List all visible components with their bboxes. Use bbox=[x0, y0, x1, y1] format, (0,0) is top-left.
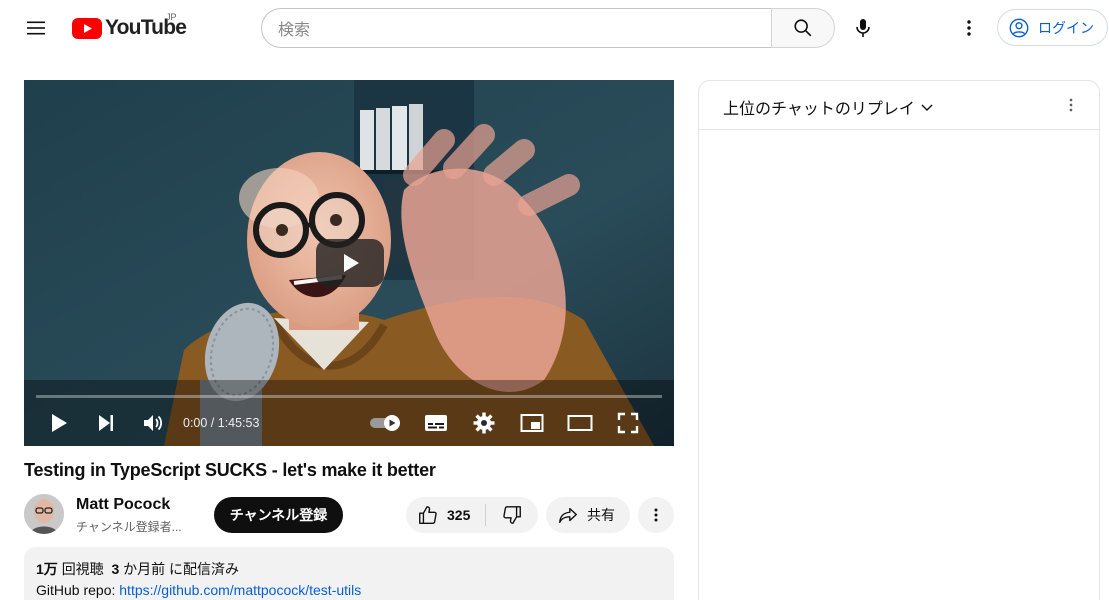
autoplay-toggle[interactable] bbox=[368, 408, 406, 438]
mic-icon bbox=[856, 19, 870, 37]
voice-search-button[interactable] bbox=[843, 8, 883, 48]
subtitles-icon bbox=[425, 415, 447, 431]
view-count: 1万 bbox=[36, 561, 58, 577]
video-player[interactable]: 0:00 / 1:45:53 bbox=[24, 80, 674, 446]
theater-mode-button[interactable] bbox=[562, 408, 598, 438]
like-count: 325 bbox=[447, 507, 471, 523]
youtube-logo-icon bbox=[72, 17, 102, 39]
volume-button[interactable] bbox=[135, 408, 171, 438]
view-and-date-info: 1万 回視聴 3 か月前 に配信済み bbox=[36, 561, 662, 577]
region-code: JP bbox=[166, 12, 177, 22]
upload-age: 3 bbox=[111, 561, 120, 577]
chat-title: 上位のチャットのリプレイ bbox=[723, 101, 915, 118]
subscriber-count: チャンネル登録者... bbox=[76, 520, 182, 534]
fullscreen-icon bbox=[617, 412, 639, 434]
thumb-down-icon bbox=[503, 506, 521, 524]
play-button[interactable] bbox=[41, 408, 77, 438]
thumb-up-icon bbox=[419, 506, 437, 524]
more-vert-icon bbox=[967, 20, 971, 36]
more-actions-button[interactable] bbox=[638, 497, 674, 533]
autoplay-toggle-icon bbox=[370, 415, 400, 431]
search-placeholder: 検索 bbox=[278, 22, 311, 39]
share-button[interactable]: 共有 bbox=[546, 497, 630, 533]
share-icon bbox=[559, 507, 577, 524]
time-display: 0:00 / 1:45:53 bbox=[183, 416, 260, 430]
chat-header: 上位のチャットのリプレイ bbox=[699, 81, 1099, 130]
chat-mode-dropdown[interactable]: 上位のチャットのリプレイ bbox=[723, 95, 935, 119]
settings-icon bbox=[473, 412, 495, 434]
search-icon bbox=[794, 19, 812, 37]
share-label: 共有 bbox=[587, 507, 615, 523]
view-count-suffix: 回視聴 bbox=[61, 561, 104, 577]
theater-icon bbox=[567, 415, 593, 431]
avatar-image bbox=[24, 494, 64, 534]
login-label: ログイン bbox=[1038, 19, 1094, 36]
like-button[interactable]: 325 bbox=[406, 497, 486, 533]
more-vert-icon bbox=[1069, 98, 1073, 112]
volume-icon bbox=[144, 415, 163, 431]
upload-age-suffix: か月前 に配信済み bbox=[123, 561, 240, 577]
repo-prefix: GitHub repo: bbox=[36, 582, 120, 598]
settings-more-button[interactable] bbox=[949, 8, 989, 48]
settings-button[interactable] bbox=[466, 408, 502, 438]
fullscreen-button[interactable] bbox=[610, 408, 646, 438]
subscribe-button[interactable]: チャンネル登録 bbox=[214, 497, 343, 533]
channel-avatar[interactable] bbox=[24, 494, 64, 534]
miniplayer-icon bbox=[520, 414, 544, 432]
play-icon bbox=[344, 254, 359, 272]
dislike-button[interactable] bbox=[486, 497, 538, 533]
like-dislike-group: 325 bbox=[406, 497, 538, 533]
chat-more-button[interactable] bbox=[1059, 93, 1083, 117]
account-icon bbox=[1009, 18, 1029, 37]
subtitles-button[interactable] bbox=[418, 408, 454, 438]
description-repo-line: GitHub repo: https://github.com/mattpoco… bbox=[36, 582, 662, 598]
more-vert-icon bbox=[654, 508, 658, 522]
progress-bar[interactable] bbox=[36, 395, 662, 398]
next-icon bbox=[99, 415, 113, 431]
large-play-button[interactable] bbox=[316, 239, 384, 287]
miniplayer-button[interactable] bbox=[514, 408, 550, 438]
player-controls: 0:00 / 1:45:53 bbox=[24, 402, 674, 446]
repo-link[interactable]: https://github.com/mattpocock/test-utils bbox=[119, 582, 361, 598]
login-button[interactable]: ログイン bbox=[997, 9, 1108, 46]
live-chat-replay-panel: 上位のチャットのリプレイ bbox=[698, 80, 1100, 600]
next-button[interactable] bbox=[88, 408, 124, 438]
chevron-down-icon bbox=[921, 104, 933, 111]
description-box[interactable]: 1万 回視聴 3 か月前 に配信済み GitHub repo: https://… bbox=[24, 547, 674, 600]
menu-icon bbox=[27, 21, 45, 35]
video-title: Testing in TypeScript SUCKS - let's make… bbox=[24, 460, 436, 480]
top-bar: YouTube JP 検索 ログイン bbox=[0, 0, 1109, 56]
play-icon bbox=[52, 414, 67, 432]
menu-button[interactable] bbox=[16, 8, 56, 48]
channel-name[interactable]: Matt Pocock bbox=[76, 496, 170, 514]
search-input[interactable]: 検索 bbox=[261, 8, 772, 48]
search-button[interactable] bbox=[771, 8, 835, 48]
